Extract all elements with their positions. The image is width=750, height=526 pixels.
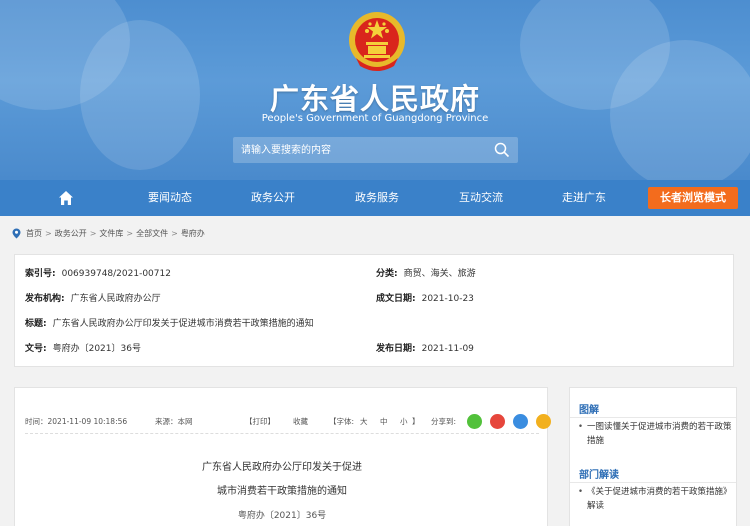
- info-doc-no-label: 文号:: [25, 344, 47, 354]
- article-title-line2: 城市消费若干政策措施的通知: [217, 486, 347, 497]
- info-issuer-value: 广东省人民政府办公厅: [70, 294, 161, 304]
- breadcrumb-file-library[interactable]: 文件库: [99, 228, 123, 239]
- article-doc-no: 粤府办〔2021〕36号: [237, 511, 327, 521]
- breadcrumb-public-affairs[interactable]: 政务公开: [55, 228, 87, 239]
- document-info-panel: 索引号: 006939748/2021-00712 分类: 商贸、海关、旅游 发布机…: [14, 254, 734, 367]
- search-icon[interactable]: [494, 142, 510, 158]
- site-subtitle: People's Government of Guangdong Provinc…: [261, 113, 489, 124]
- info-issuer-label: 发布机构:: [25, 294, 65, 304]
- info-title-label: 标题:: [25, 319, 47, 329]
- info-index-label: 索引号:: [25, 269, 56, 279]
- site-header: 广东省人民政府 People's Government of Guangdong…: [0, 0, 750, 180]
- sidebar-divider: [570, 482, 736, 483]
- font-large-button[interactable]: 大: [360, 416, 368, 427]
- nav-item-public-affairs[interactable]: 政务公开: [238, 180, 308, 216]
- main-nav: 要闻动态 政务公开 政务服务 互动交流 走进广东: [0, 180, 750, 216]
- meta-divider: [25, 433, 539, 434]
- breadcrumb-separator: >: [126, 229, 134, 238]
- share-label: 分享到:: [431, 417, 457, 426]
- weibo-share-icon[interactable]: [490, 414, 505, 429]
- font-label-open: 【字体:: [329, 417, 355, 426]
- article-time: 时间：2021-11-09 10:18:56: [25, 417, 128, 426]
- font-medium-button[interactable]: 中: [380, 416, 388, 427]
- info-written-date: 成文日期: 2021-10-23: [376, 291, 474, 304]
- breadcrumb-separator: >: [89, 229, 97, 238]
- breadcrumb-current[interactable]: 粤府办: [181, 228, 205, 239]
- info-category-value: 商贸、海关、旅游: [403, 269, 476, 279]
- info-issuer: 发布机构: 广东省人民政府办公厅: [25, 291, 161, 304]
- search-input[interactable]: [241, 142, 481, 158]
- info-title: 标题: 广东省人民政府办公厅印发关于促进城市消费若干政策措施的通知: [25, 316, 314, 329]
- info-publish-date-value: 2021-11-09: [421, 344, 474, 354]
- wechat-share-icon[interactable]: [467, 414, 482, 429]
- favorite-link[interactable]: 收藏: [293, 416, 308, 427]
- info-index-value: 006939748/2021-00712: [61, 269, 171, 279]
- breadcrumb-separator: >: [171, 229, 178, 238]
- article-title-line1: 广东省人民政府办公厅印发关于促进: [202, 462, 362, 473]
- breadcrumb: 首页 > 政务公开 > 文件库 > 全部文件 > 粤府办: [12, 228, 205, 239]
- nav-item-services[interactable]: 政务服务: [342, 180, 412, 216]
- related-sidebar: 图解 一图读懂关于促进城市消费的若干政策措施 部门解读 《关于促进城市消费的若干…: [569, 387, 737, 526]
- info-written-date-label: 成文日期:: [376, 294, 416, 304]
- search-box: [233, 137, 518, 163]
- font-label-close: 】: [412, 417, 420, 426]
- article-panel: 时间：2021-11-09 10:18:56 来源：本网 【打印】 收藏 【字体…: [14, 387, 551, 526]
- info-index: 索引号: 006939748/2021-00712: [25, 266, 171, 279]
- breadcrumb-separator: >: [45, 229, 52, 238]
- location-pin-icon: [12, 228, 21, 239]
- site-title: 广东省人民政府: [269, 82, 480, 116]
- sidebar-item-graphic[interactable]: 一图读懂关于促进城市消费的若干政策措施: [578, 420, 733, 448]
- elder-mode-button[interactable]: 长者浏览模式: [648, 187, 738, 209]
- breadcrumb-home[interactable]: 首页: [26, 228, 42, 239]
- info-title-value: 广东省人民政府办公厅印发关于促进城市消费若干政策措施的通知: [52, 319, 314, 329]
- print-link[interactable]: 【打印】: [245, 416, 275, 427]
- sidebar-heading-interpretation: 部门解读: [579, 470, 619, 481]
- info-doc-no-value: 粤府办〔2021〕36号: [52, 344, 141, 354]
- nav-item-about-guangdong[interactable]: 走进广东: [549, 180, 619, 216]
- breadcrumb-all-files[interactable]: 全部文件: [136, 228, 168, 239]
- info-written-date-value: 2021-10-23: [421, 294, 474, 304]
- info-category: 分类: 商贸、海关、旅游: [376, 266, 476, 279]
- qzone-share-icon[interactable]: [536, 414, 551, 429]
- sidebar-item-interpretation[interactable]: 《关于促进城市消费的若干政策措施》解读: [578, 485, 733, 513]
- home-icon[interactable]: [58, 190, 74, 206]
- info-doc-no: 文号: 粤府办〔2021〕36号: [25, 341, 141, 354]
- qq-share-icon[interactable]: [513, 414, 528, 429]
- sidebar-divider: [570, 417, 736, 418]
- sidebar-item-graphic-label: 一图读懂关于促进城市消费的若干政策措施: [587, 422, 732, 446]
- font-small-button[interactable]: 小: [400, 416, 408, 427]
- info-category-label: 分类:: [376, 269, 398, 279]
- article-meta-bar: 时间：2021-11-09 10:18:56 来源：本网 【打印】 收藏 【字体…: [25, 414, 551, 430]
- sidebar-heading-graphic: 图解: [579, 405, 599, 416]
- nav-item-interaction[interactable]: 互动交流: [446, 180, 516, 216]
- article-source: 来源：本网: [155, 417, 193, 426]
- national-emblem-icon: [349, 12, 405, 71]
- sidebar-item-interpretation-label: 《关于促进城市消费的若干政策措施》解读: [587, 487, 732, 511]
- info-publish-date: 发布日期: 2021-11-09: [376, 341, 474, 354]
- nav-item-news[interactable]: 要闻动态: [135, 180, 205, 216]
- info-publish-date-label: 发布日期:: [376, 344, 416, 354]
